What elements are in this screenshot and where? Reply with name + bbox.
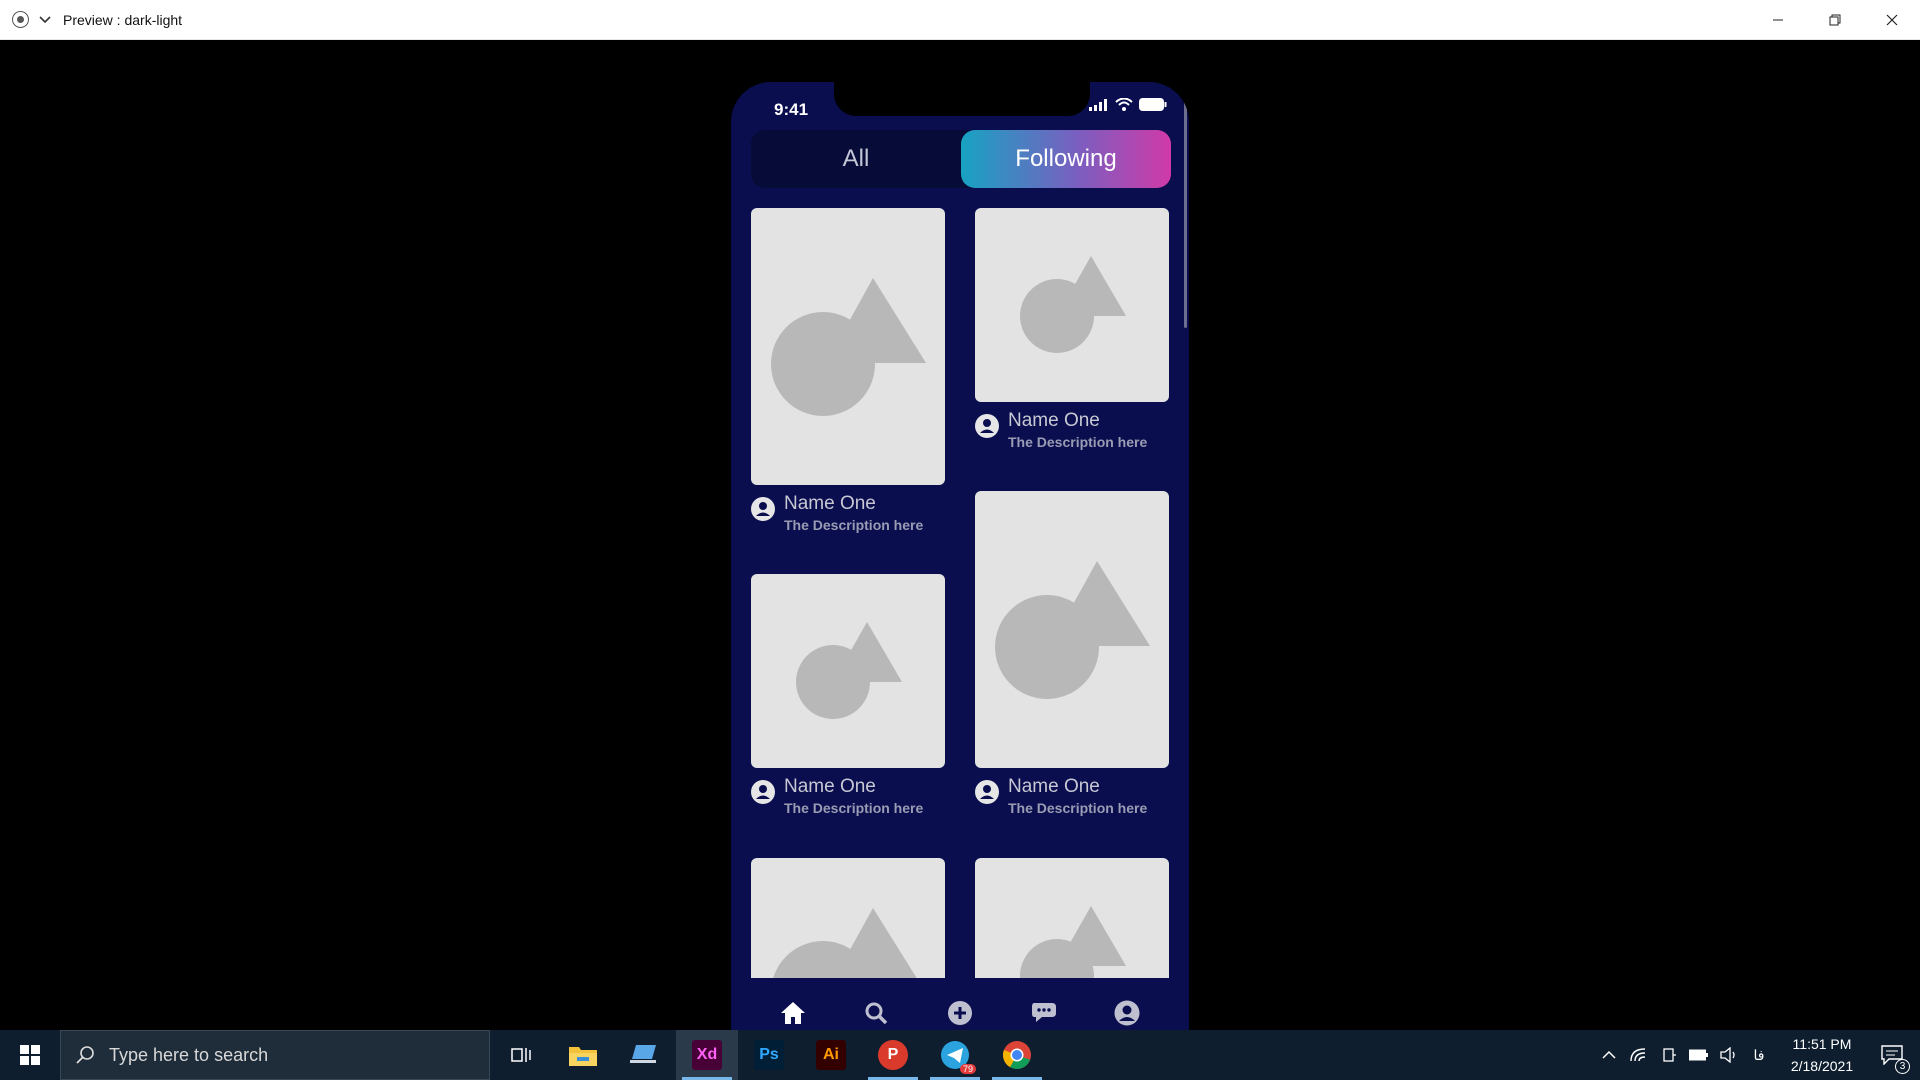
- search-placeholder: Type here to search: [109, 1044, 269, 1065]
- notification-count: 3: [1895, 1059, 1910, 1074]
- nav-search[interactable]: [856, 993, 896, 1033]
- tab-following[interactable]: Following: [961, 130, 1171, 188]
- volume-icon[interactable]: [1714, 1030, 1744, 1080]
- chrome-icon: [1002, 1041, 1031, 1069]
- p-app-icon: P: [878, 1040, 908, 1070]
- action-center-button[interactable]: 3: [1864, 1030, 1920, 1080]
- feed-card[interactable]: Name One The Description here: [975, 491, 1169, 816]
- chevron-down-icon[interactable]: [37, 12, 53, 28]
- avatar-icon: [975, 780, 999, 804]
- task-view-button[interactable]: [490, 1030, 552, 1080]
- avatar-icon: [975, 414, 999, 438]
- image-placeholder: [975, 208, 1169, 402]
- home-icon: [780, 1002, 805, 1024]
- signal-icon: [1089, 98, 1107, 111]
- image-placeholder: [751, 208, 945, 485]
- taskbar-app-p[interactable]: P: [862, 1030, 924, 1080]
- tab-all[interactable]: All: [751, 130, 961, 188]
- feed-card[interactable]: Name One The Description here: [975, 208, 1169, 450]
- close-button[interactable]: [1863, 0, 1920, 40]
- network-icon[interactable]: [1624, 1030, 1654, 1080]
- profile-icon: [1114, 1000, 1140, 1026]
- search-icon: [865, 1002, 888, 1025]
- card-description: The Description here: [1008, 800, 1148, 816]
- ps-icon: Ps: [754, 1040, 784, 1070]
- feed-card[interactable]: [975, 858, 1169, 978]
- minimize-button[interactable]: [1749, 0, 1806, 40]
- nav-profile[interactable]: [1107, 993, 1147, 1033]
- taskbar-app-xd[interactable]: Xd: [676, 1030, 738, 1080]
- xd-icon: Xd: [692, 1040, 722, 1070]
- battery-icon[interactable]: [1684, 1030, 1714, 1080]
- chevron-up-icon[interactable]: [1594, 1030, 1624, 1080]
- phone-frame: 9:41 All Following Name One The Descript…: [731, 82, 1189, 1070]
- add-circle-icon: [947, 1001, 972, 1025]
- nav-home[interactable]: [773, 993, 813, 1033]
- task-view-icon: [511, 1048, 531, 1062]
- image-placeholder: [975, 858, 1169, 978]
- status-icons: [1089, 98, 1167, 111]
- nav-add[interactable]: [940, 993, 980, 1033]
- clock-date: 2/18/2021: [1790, 1058, 1854, 1074]
- avatar-icon: [751, 780, 775, 804]
- taskbar-search[interactable]: Type here to search: [60, 1030, 490, 1080]
- system-tray: فا 11:51 PM 2/18/2021 3: [1594, 1030, 1920, 1080]
- taskbar-app-telegram[interactable]: 79: [924, 1030, 986, 1080]
- feed-card[interactable]: [751, 858, 945, 978]
- card-description: The Description here: [784, 800, 924, 816]
- taskbar-app-chrome[interactable]: [986, 1030, 1048, 1080]
- feed-segmented-control: All Following: [751, 130, 1171, 188]
- feed-grid: Name One The Description here Name One T…: [751, 208, 1171, 978]
- phone-scrollbar[interactable]: [1184, 100, 1187, 328]
- search-icon: [61, 1045, 109, 1065]
- feed-card[interactable]: Name One The Description here: [751, 208, 945, 533]
- card-name: Name One: [784, 493, 876, 514]
- window-title-bar: Preview : dark-light: [0, 0, 1920, 40]
- phone-notch: [834, 82, 1090, 116]
- record-icon[interactable]: [12, 11, 29, 28]
- image-placeholder: [751, 858, 945, 978]
- telegram-badge: 79: [959, 1064, 976, 1074]
- start-button[interactable]: [0, 1030, 60, 1080]
- folder-icon: [569, 1047, 597, 1066]
- ai-icon: Ai: [816, 1040, 846, 1070]
- wifi-icon: [1115, 98, 1133, 111]
- battery-icon: [1139, 98, 1167, 111]
- taskbar-app-illustrator[interactable]: Ai: [800, 1030, 862, 1080]
- taskbar-app-file-explorer[interactable]: [552, 1030, 614, 1080]
- status-time: 9:41: [774, 100, 809, 119]
- clock-time: 11:51 PM: [1792, 1036, 1852, 1052]
- card-name: Name One: [1008, 410, 1100, 431]
- card-name: Name One: [784, 776, 876, 797]
- window-title: Preview : dark-light: [63, 11, 183, 28]
- card-description: The Description here: [784, 517, 924, 533]
- laptop-icon: [630, 1045, 656, 1063]
- card-name: Name One: [1008, 776, 1100, 797]
- windows-taskbar: Type here to search Xd Ps Ai P 79 فا 11:…: [0, 1030, 1920, 1080]
- windows-logo-icon: [20, 1045, 40, 1065]
- restore-button[interactable]: [1806, 0, 1863, 40]
- image-placeholder: [975, 491, 1169, 768]
- device-icon[interactable]: [1654, 1030, 1684, 1080]
- taskbar-app-remote[interactable]: [614, 1030, 676, 1080]
- taskbar-clock[interactable]: 11:51 PM 2/18/2021: [1780, 1033, 1864, 1077]
- card-description: The Description here: [1008, 434, 1148, 450]
- avatar-icon: [751, 497, 775, 521]
- preview-canvas: 9:41 All Following Name One The Descript…: [0, 40, 1920, 1070]
- image-placeholder: [751, 574, 945, 768]
- chat-icon: [1031, 1003, 1056, 1022]
- feed-card[interactable]: Name One The Description here: [751, 574, 945, 816]
- nav-messages[interactable]: [1024, 993, 1064, 1033]
- language-indicator[interactable]: فا: [1744, 1030, 1774, 1080]
- taskbar-app-photoshop[interactable]: Ps: [738, 1030, 800, 1080]
